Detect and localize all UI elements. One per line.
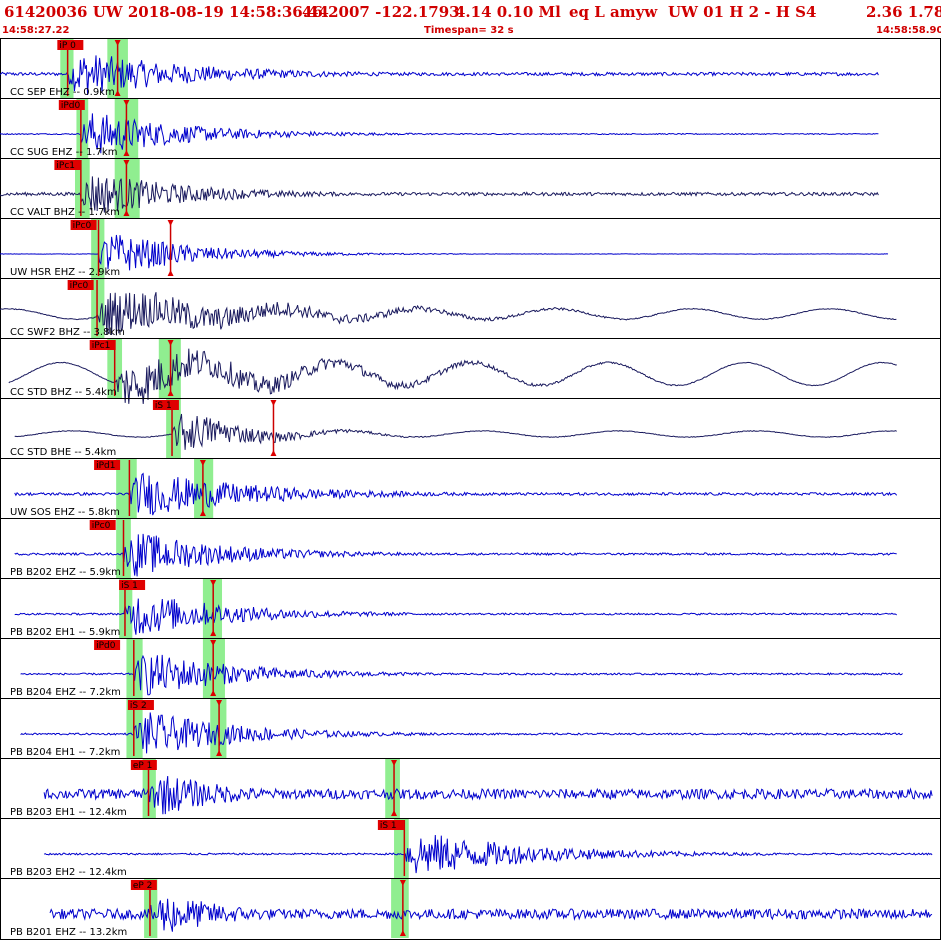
waveform-trace bbox=[14, 472, 898, 516]
trace-panel: iS 1 PB B202 EH1 -- 5.9km bbox=[0, 579, 941, 639]
pick-triangle-top bbox=[270, 400, 277, 406]
trace-panel: iPd0 PB B204 EHZ -- 7.2km bbox=[0, 639, 941, 699]
pick-label: iPd0 bbox=[61, 101, 81, 111]
pick-triangle-bottom bbox=[167, 270, 174, 276]
waveform-trace bbox=[8, 348, 897, 404]
seismogram-plot: iP 0 CC SEP EHZ -- 0.9km iPd0 CC SUG EHZ --… bbox=[0, 38, 941, 940]
pick-label: iPd1 bbox=[96, 461, 115, 471]
waveform-trace bbox=[43, 834, 933, 874]
pick-label: iPc0 bbox=[92, 521, 111, 531]
pick-uncertainty-band bbox=[391, 879, 409, 938]
pick-label: eP 2 bbox=[133, 881, 153, 891]
waveform-trace bbox=[14, 598, 897, 635]
waveform-trace bbox=[14, 413, 897, 450]
plot-border bbox=[0, 38, 941, 940]
pick-label: iS 1 bbox=[121, 581, 138, 591]
waveform-trace bbox=[0, 55, 879, 96]
trace-panel: iPc1 CC STD BHZ -- 5.4km bbox=[0, 339, 941, 404]
pick-label: iS 1 bbox=[155, 401, 172, 411]
station-label: PB B202 EH1 -- 5.9km bbox=[10, 627, 120, 638]
station-label: CC STD BHZ -- 5.4km bbox=[10, 387, 117, 398]
station-label: CC SWF2 BHZ -- 3.8km bbox=[10, 327, 125, 338]
waveform-trace bbox=[20, 654, 903, 696]
trace-panel: iS 1 PB B203 EH2 -- 12.4km bbox=[0, 819, 941, 879]
station-label: CC SEP EHZ -- 0.9km bbox=[10, 87, 115, 98]
station-label: UW HSR EHZ -- 2.9km bbox=[10, 267, 120, 278]
pick-uncertainty-band bbox=[385, 759, 400, 818]
station-label: UW SOS EHZ -- 5.8km bbox=[10, 507, 120, 518]
pick-label: iPd0 bbox=[96, 641, 116, 651]
waveform-trace bbox=[20, 712, 903, 754]
trace-panel: iPc0 PB B202 EHZ -- 5.9km bbox=[0, 519, 941, 579]
waveform-trace bbox=[14, 533, 897, 577]
pick-label: iPc1 bbox=[92, 341, 111, 351]
station-label: PB B203 EH2 -- 12.4km bbox=[10, 867, 127, 878]
pick-label: iPc0 bbox=[70, 281, 89, 291]
station-label: PB B201 EHZ -- 13.2km bbox=[10, 927, 127, 938]
station-label: PB B204 EH1 -- 7.2km bbox=[10, 747, 120, 758]
waveform-trace bbox=[0, 292, 897, 336]
pick-label: iPc0 bbox=[73, 221, 92, 231]
station-label: PB B203 EH1 -- 12.4km bbox=[10, 807, 127, 818]
trace-panel: eP 1 PB B203 EH1 -- 12.4km bbox=[0, 759, 941, 819]
trace-panel: iS 2 PB B204 EH1 -- 7.2km bbox=[0, 699, 941, 759]
pick-triangle-bottom bbox=[270, 450, 277, 456]
pick-triangle-top bbox=[167, 220, 174, 226]
trace-panel: iPc0 CC SWF2 BHZ -- 3.8km bbox=[0, 279, 941, 339]
trace-panel: iS 1 CC STD BHE -- 5.4km bbox=[0, 399, 941, 459]
trace-panel: iPd0 CC SUG EHZ -- 1.7km bbox=[0, 99, 941, 159]
trace-panel: iP 0 CC SEP EHZ -- 0.9km bbox=[0, 39, 941, 99]
waveform-trace bbox=[49, 898, 933, 932]
pick-label: eP 1 bbox=[133, 761, 153, 771]
waveform-trace bbox=[0, 234, 889, 271]
station-label: CC SUG EHZ -- 1.7km bbox=[10, 147, 117, 158]
station-label: CC STD BHE -- 5.4km bbox=[10, 447, 116, 458]
pick-label: iS 1 bbox=[380, 821, 397, 831]
trace-panel: eP 2 PB B201 EHZ -- 13.2km bbox=[10, 879, 933, 938]
trace-panel: iPd1 UW SOS EHZ -- 5.8km bbox=[0, 459, 941, 519]
pick-label: iPc1 bbox=[56, 161, 75, 171]
pick-label: iP 0 bbox=[59, 41, 76, 51]
waveform-trace bbox=[43, 775, 933, 815]
station-label: PB B202 EHZ -- 5.9km bbox=[10, 567, 121, 578]
trace-panel: iPc0 UW HSR EHZ -- 2.9km bbox=[0, 219, 941, 279]
station-label: CC VALT BHZ -- 1.7km bbox=[10, 207, 120, 218]
pick-label: iS 2 bbox=[130, 701, 147, 711]
station-label: PB B204 EHZ -- 7.2km bbox=[10, 687, 121, 698]
trace-panel: iPc1 CC VALT BHZ -- 1.7km bbox=[0, 159, 941, 219]
